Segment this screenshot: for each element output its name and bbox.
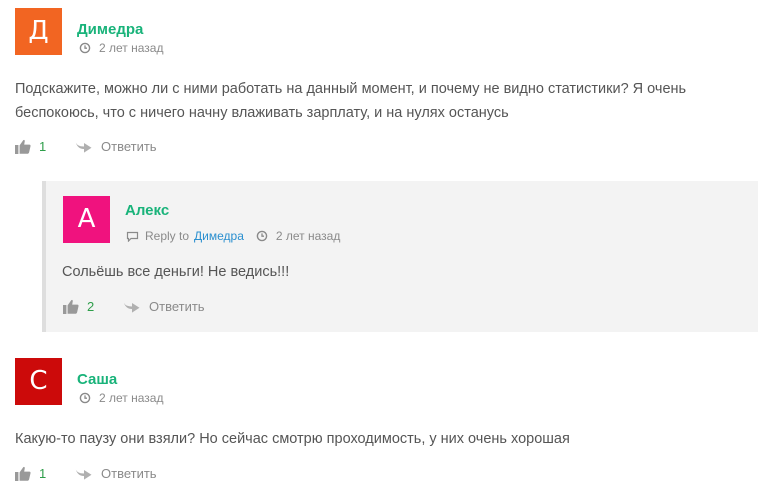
comment-text: Подскажите, можно ли с ними работать на … <box>15 81 687 121</box>
nested-reply: А Алекс Reply to Димедра 2 лет назад Сол… <box>42 181 758 332</box>
comment-meta: 2 лет назад <box>79 391 163 405</box>
comment-time: 2 лет назад <box>99 391 164 405</box>
comments-thread: Д Димедра 2 лет назад Подскажите, можно … <box>0 0 762 502</box>
comment-actions: 2 Ответить <box>63 299 205 314</box>
comment-text: Какую-то паузу они взяли? Но сейчас смот… <box>15 431 570 447</box>
comment-meta: Reply to Димедра 2 лет назад <box>126 229 340 243</box>
thumbs-up-icon[interactable] <box>63 299 79 314</box>
reply-arrow-icon <box>75 468 92 480</box>
reply-label: Ответить <box>149 299 205 314</box>
reply-arrow-icon <box>123 301 140 313</box>
comment-sasha: С Саша 2 лет назад Какую-то паузу они вз… <box>0 350 762 502</box>
comment-dimedra: Д Димедра 2 лет назад Подскажите, можно … <box>0 0 762 170</box>
comment-time: 2 лет назад <box>99 41 164 55</box>
clock-icon <box>79 42 91 54</box>
comment-actions: 1 Ответить <box>15 139 157 154</box>
reply-button[interactable]: Ответить <box>75 466 157 481</box>
comment-author[interactable]: Димедра <box>77 21 143 38</box>
thumbs-up-icon[interactable] <box>15 139 31 154</box>
comment-author[interactable]: Алекс <box>125 202 169 219</box>
reply-icon <box>126 231 139 242</box>
like-count: 1 <box>39 466 47 481</box>
avatar: С <box>15 358 62 405</box>
avatar: Д <box>15 8 62 55</box>
reply-to-label: Reply to <box>145 229 190 243</box>
comment-time: 2 лет назад <box>275 229 341 243</box>
reply-button[interactable]: Ответить <box>123 299 205 314</box>
clock-icon <box>79 392 91 404</box>
comment-meta: 2 лет назад <box>79 41 163 55</box>
thumbs-up-icon[interactable] <box>15 466 31 481</box>
reply-button[interactable]: Ответить <box>75 139 157 154</box>
reply-label: Ответить <box>101 466 157 481</box>
clock-icon <box>256 230 268 242</box>
reply-arrow-icon <box>75 141 92 153</box>
comment-author[interactable]: Саша <box>77 371 117 388</box>
reply-label: Ответить <box>101 139 157 154</box>
reply-to-link[interactable]: Димедра <box>194 229 244 243</box>
like-count: 1 <box>39 139 47 154</box>
comment-actions: 1 Ответить <box>15 466 157 481</box>
avatar: А <box>63 196 110 243</box>
like-count: 2 <box>87 299 95 314</box>
comment-text: Сольёшь все деньги! Не ведись!!! <box>62 264 290 280</box>
